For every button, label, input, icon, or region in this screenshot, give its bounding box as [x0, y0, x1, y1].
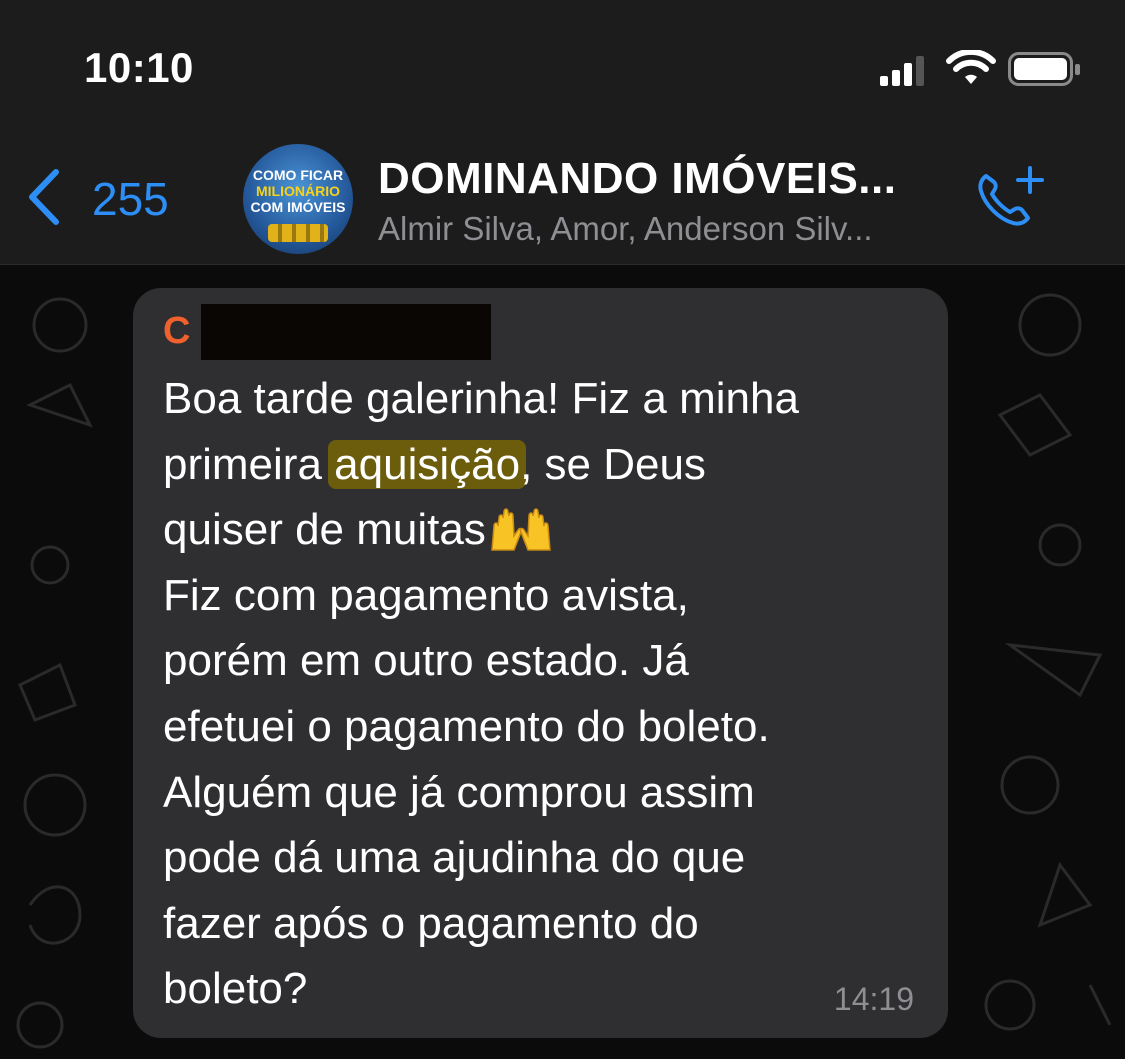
message-line: efetuei o pagamento do boleto. [163, 701, 770, 751]
phone-plus-icon[interactable] [972, 162, 1048, 232]
status-time: 10:10 [84, 44, 194, 91]
message-line: fazer após o pagamento do [163, 898, 699, 948]
sender-name[interactable]: C [163, 310, 190, 353]
chat-header: 255 COMO FICAR MILIONÁRIO COM IMÓVEIS DO… [0, 120, 1125, 265]
message-line: Alguém que já comprou assim [163, 767, 755, 817]
group-members[interactable]: Almir Silva, Amor, Anderson Silv... [378, 210, 873, 248]
back-unread-count[interactable]: 255 [92, 172, 169, 226]
group-avatar[interactable]: COMO FICAR MILIONÁRIO COM IMÓVEIS [243, 144, 353, 254]
battery-icon [1008, 52, 1080, 86]
message-line: Fiz com pagamento avista, [163, 570, 689, 620]
chat-area[interactable]: C Boa tarde galerinha! Fiz a minha prime… [0, 265, 1125, 1059]
raising-hands-emoji [491, 508, 551, 551]
message-line: primeira aquisição, se Deus [163, 432, 923, 498]
chevron-left-icon[interactable] [22, 166, 66, 228]
group-title[interactable]: DOMINANDO IMÓVEIS... [378, 154, 896, 204]
message-line: boleto? [163, 964, 308, 1014]
highlighted-word: aquisição [328, 439, 527, 489]
avatar-coins-graphic [268, 224, 328, 242]
avatar-text-line-3: COM IMÓVEIS [250, 199, 346, 215]
message-fragment: primeira [163, 439, 322, 489]
message-line: Boa tarde galerinha! Fiz a minha [163, 374, 799, 423]
avatar-text-line-2: MILIONÁRIO [256, 183, 340, 199]
message-bubble[interactable]: C Boa tarde galerinha! Fiz a minha prime… [133, 288, 948, 1038]
cellular-signal-icon [880, 54, 926, 86]
avatar-text-line-1: COMO FICAR [252, 167, 344, 183]
redaction-block [201, 304, 491, 360]
wifi-icon [946, 50, 996, 84]
message-line: quiser de muitas [163, 497, 923, 563]
message-text: Boa tarde galerinha! Fiz a minha primeir… [163, 366, 923, 1022]
message-fragment: quiser de muitas [163, 505, 486, 555]
status-bar: 10:10 [0, 0, 1125, 120]
message-line: porém em outro estado. Já [163, 636, 689, 686]
message-fragment: , se Deus [520, 439, 706, 489]
message-timestamp: 14:19 [833, 981, 914, 1017]
message-line: pode dá uma ajudinha do que [163, 833, 746, 883]
